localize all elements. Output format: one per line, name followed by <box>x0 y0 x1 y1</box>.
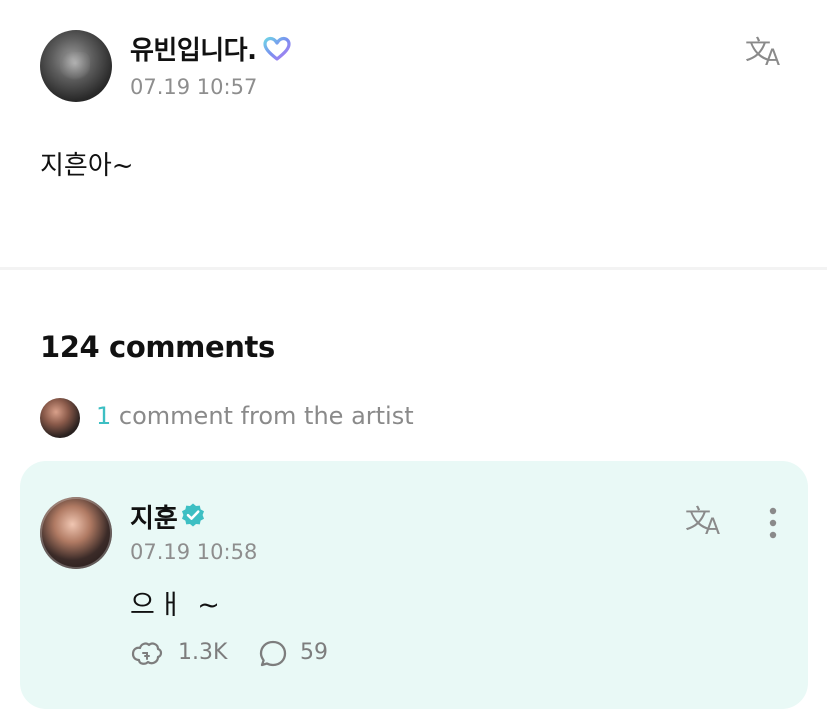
post-body-text: 지흔아~ <box>40 151 134 181</box>
comment-author-name[interactable]: 지훈 <box>130 498 178 535</box>
svg-text:A: A <box>765 46 780 68</box>
verified-icon <box>180 502 206 528</box>
svg-text:A: A <box>705 515 720 537</box>
artist-avatar-small[interactable] <box>40 398 80 438</box>
more-options-icon[interactable] <box>758 505 788 541</box>
post-author-avatar[interactable] <box>40 30 112 102</box>
artist-comment-summary[interactable]: 1 comment from the artist <box>96 402 414 430</box>
section-divider <box>0 267 827 270</box>
comments-count: 124 comments <box>40 330 275 364</box>
heart-badge-icon <box>262 36 292 62</box>
like-icon[interactable] <box>130 640 164 668</box>
reply-count: 59 <box>300 640 328 665</box>
comment-translate-icon[interactable]: 文 A <box>685 503 729 540</box>
translate-icon[interactable]: 文 A <box>745 34 789 71</box>
comment-author-avatar[interactable] <box>40 497 112 569</box>
comment-body-text: 으ㅐ ~ <box>130 590 223 621</box>
post-author-name[interactable]: 유빈입니다. <box>130 30 257 67</box>
artist-comment-label: comment from the artist <box>118 402 414 430</box>
reply-icon[interactable] <box>258 639 288 669</box>
comment-timestamp: 07.19 10:58 <box>130 540 258 564</box>
artist-comment-count: 1 <box>96 402 112 430</box>
like-count: 1.3K <box>178 640 228 665</box>
post-timestamp: 07.19 10:57 <box>130 75 258 99</box>
